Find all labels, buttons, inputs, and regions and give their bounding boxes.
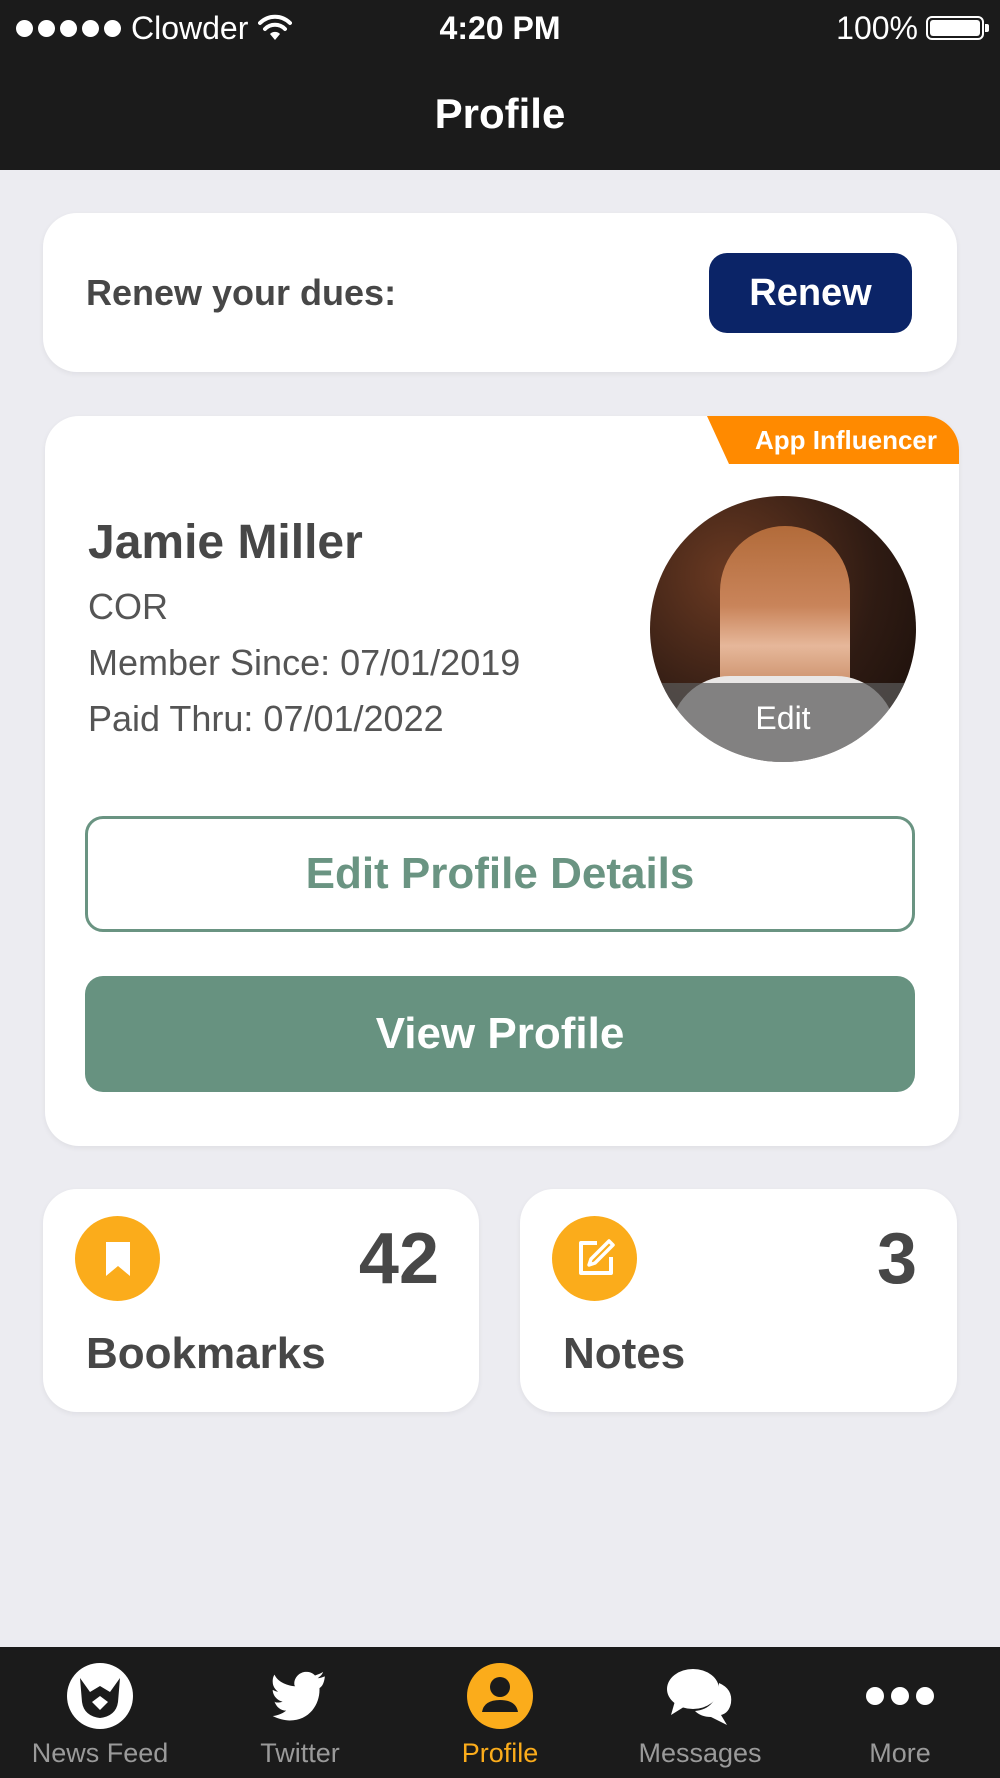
tab-label: More: [869, 1738, 931, 1768]
twitter-bird-icon: [265, 1661, 335, 1731]
tab-label: Twitter: [260, 1738, 340, 1768]
tab-news-feed[interactable]: News Feed: [0, 1647, 200, 1778]
edit-note-icon: [552, 1216, 637, 1301]
tab-label: Messages: [638, 1738, 762, 1768]
notes-count: 3: [876, 1219, 917, 1299]
tab-more[interactable]: More: [800, 1647, 1000, 1778]
influencer-badge: App Influencer: [707, 416, 959, 464]
notes-card[interactable]: 3 Notes: [520, 1189, 957, 1412]
tab-bar: News Feed Twitter Profile Messages More: [0, 1647, 1000, 1778]
profile-card: App Influencer Jamie Miller COR Member S…: [45, 416, 959, 1146]
renew-dues-card: Renew your dues: Renew: [43, 213, 957, 372]
top-bar: Clowder 4:20 PM 100% Profile: [0, 0, 1000, 170]
tab-label: Profile: [461, 1738, 539, 1768]
page-title: Profile: [434, 90, 566, 137]
chat-bubbles-icon: [665, 1661, 735, 1731]
notes-label: Notes: [563, 1329, 686, 1378]
renew-dues-label: Renew your dues:: [86, 272, 397, 313]
bookmarks-label: Bookmarks: [86, 1329, 326, 1378]
avatar[interactable]: Edit: [650, 496, 916, 762]
edit-profile-details-button[interactable]: Edit Profile Details: [85, 816, 915, 932]
profile-role: COR: [88, 586, 168, 627]
status-right: 100%: [836, 8, 989, 48]
avatar-edit-label[interactable]: Edit: [650, 696, 916, 740]
ellipsis-icon: [865, 1661, 935, 1731]
view-profile-button[interactable]: View Profile: [85, 976, 915, 1092]
battery-percent: 100%: [836, 10, 918, 46]
tab-twitter[interactable]: Twitter: [200, 1647, 400, 1778]
bookmarks-count: 42: [358, 1219, 439, 1299]
renew-button[interactable]: Renew: [709, 253, 912, 333]
tab-messages[interactable]: Messages: [600, 1647, 800, 1778]
tab-profile[interactable]: Profile: [400, 1647, 600, 1778]
bookmarks-card[interactable]: 42 Bookmarks: [43, 1189, 479, 1412]
member-since: Member Since: 07/01/2019: [88, 642, 521, 683]
tab-label: News Feed: [31, 1738, 169, 1768]
cat-logo-icon: [65, 1661, 135, 1731]
battery-icon: [926, 16, 989, 40]
paid-thru: Paid Thru: 07/01/2022: [88, 698, 444, 739]
person-icon: [465, 1661, 535, 1731]
bookmark-icon: [75, 1216, 160, 1301]
profile-name: Jamie Miller: [88, 516, 363, 569]
